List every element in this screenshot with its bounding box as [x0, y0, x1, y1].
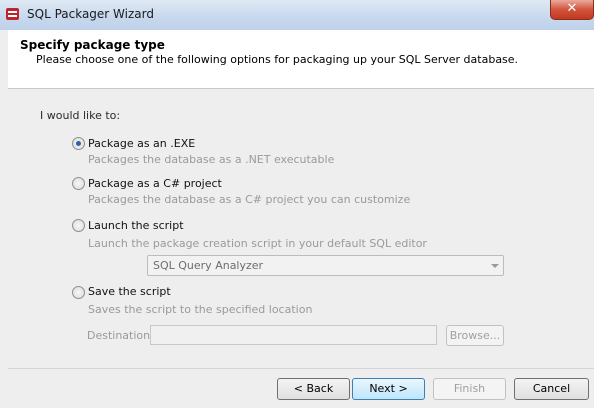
page-title: Specify package type: [20, 38, 165, 52]
chevron-down-icon: [491, 264, 499, 268]
radio-package-exe[interactable]: [72, 137, 85, 150]
wizard-window: SQL Packager Wizard ✕ Specify package ty…: [0, 0, 594, 408]
window-title: SQL Packager Wizard: [27, 7, 154, 21]
cancel-button[interactable]: Cancel: [514, 378, 589, 400]
footer-divider: [8, 368, 594, 369]
option-desc-package-exe: Packages the database as a .NET executab…: [88, 153, 335, 166]
option-desc-save-script: Saves the script to the specified locati…: [88, 303, 313, 316]
lead-text: I would like to:: [40, 109, 121, 122]
radio-package-csharp[interactable]: [72, 177, 85, 190]
option-label-save-script[interactable]: Save the script: [88, 285, 171, 298]
page-subtitle: Please choose one of the following optio…: [36, 53, 519, 66]
close-icon: ✕: [566, 1, 578, 16]
title-bar[interactable]: SQL Packager Wizard ✕: [0, 0, 594, 30]
destination-input[interactable]: [150, 325, 437, 345]
browse-button[interactable]: Browse...: [446, 325, 504, 346]
option-label-launch-script[interactable]: Launch the script: [88, 219, 184, 232]
option-label-package-exe[interactable]: Package as an .EXE: [88, 137, 195, 150]
sql-packager-app-icon: [6, 8, 19, 20]
back-button[interactable]: < Back: [277, 378, 350, 400]
next-button[interactable]: Next >: [352, 378, 425, 400]
option-label-package-csharp[interactable]: Package as a C# project: [88, 177, 222, 190]
sql-editor-select[interactable]: SQL Query Analyzer: [147, 255, 504, 276]
finish-button[interactable]: Finish: [433, 378, 506, 400]
destination-label: Destination:: [87, 329, 154, 342]
close-button[interactable]: ✕: [550, 0, 594, 20]
radio-save-script[interactable]: [72, 286, 85, 299]
option-desc-package-csharp: Packages the database as a C# project yo…: [88, 193, 411, 206]
wizard-header: Specify package type Please choose one o…: [8, 30, 594, 89]
option-desc-launch-script: Launch the package creation script in yo…: [88, 237, 427, 250]
radio-launch-script[interactable]: [72, 219, 85, 232]
sql-editor-select-value: SQL Query Analyzer: [153, 259, 264, 272]
